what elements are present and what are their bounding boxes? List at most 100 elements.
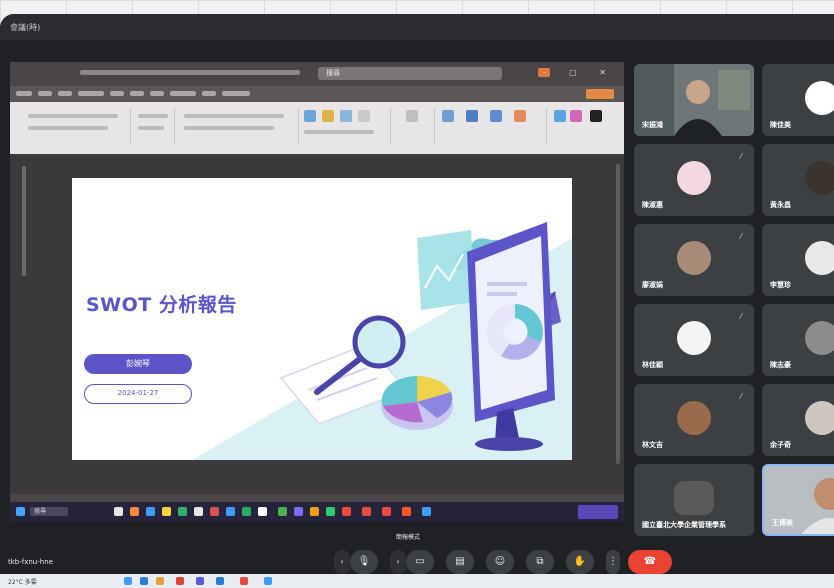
start-icon[interactable] — [16, 507, 25, 516]
ribbon-paragraph-group — [178, 108, 299, 144]
window-title: 會議(時) — [10, 23, 41, 32]
ppt-statusbar — [10, 494, 624, 502]
share-button[interactable] — [586, 89, 614, 99]
end-call-button[interactable]: ☎ — [628, 550, 672, 574]
raise-hand-icon[interactable]: ✋ — [566, 550, 594, 574]
menu-animations[interactable] — [130, 91, 144, 96]
menu-acrobat[interactable] — [222, 91, 250, 96]
folder-icon[interactable] — [156, 577, 164, 585]
participant-name: 陳佳美 — [770, 121, 791, 129]
meet-window: 會議(時) 搜尋 – ▢ ✕ SWOT 分析報告 彭婉琴 2024-01-27 … — [0, 14, 834, 574]
participant-name: 宋振鴻 — [642, 121, 663, 129]
app-icon[interactable] — [402, 507, 411, 516]
chrome-icon[interactable] — [176, 577, 184, 585]
mic-options-icon[interactable]: ‹ — [334, 550, 350, 574]
folder-icon[interactable] — [162, 507, 171, 516]
menu-insert[interactable] — [58, 91, 72, 96]
more-icon[interactable]: ⋮ — [606, 550, 620, 574]
participant-tile[interactable]: 李慧珍 — [762, 224, 834, 296]
participant-avatar — [805, 241, 834, 275]
taskbar-search[interactable]: 搜尋 — [30, 507, 68, 516]
app-icon[interactable] — [342, 507, 351, 516]
participant-tile[interactable]: ⁄ 廖淑娟 — [634, 224, 754, 296]
mic-off-icon: ⁄ — [736, 392, 746, 402]
app-icon[interactable] — [226, 507, 235, 516]
monitor — [467, 222, 555, 451]
participant-name: 李慧珍 — [770, 281, 791, 289]
app-icon[interactable] — [196, 577, 204, 585]
menu-review[interactable] — [170, 91, 196, 96]
mic-off-icon: ⁄ — [736, 312, 746, 322]
ribbon-edit-group — [394, 108, 435, 144]
participant-tile[interactable]: 陳志豪 — [762, 304, 834, 376]
ribbon-drawing-group — [300, 108, 391, 144]
app-icon[interactable] — [178, 507, 187, 516]
app-icon[interactable] — [326, 507, 335, 516]
app-icon[interactable] — [294, 507, 303, 516]
app-icon[interactable] — [130, 507, 139, 516]
ppt-menubar — [10, 86, 624, 102]
participant-tile[interactable]: ⁄ 林文吉 — [634, 384, 754, 456]
participant-tile[interactable]: 陳佳美 — [762, 64, 834, 136]
menu-design[interactable] — [78, 91, 104, 96]
app-icon[interactable] — [422, 507, 431, 516]
present-icon[interactable]: ⧉ — [526, 550, 554, 574]
document-title — [80, 70, 300, 75]
menu-slideshow[interactable] — [150, 91, 164, 96]
participant-tile[interactable]: 宋振鴻 — [634, 64, 754, 136]
participant-avatar — [677, 241, 711, 275]
participant-name: 廖淑娟 — [642, 281, 663, 289]
participant-avatar — [805, 161, 834, 195]
menu-home[interactable] — [38, 91, 52, 96]
app-icon[interactable] — [114, 507, 123, 516]
app-icon[interactable] — [258, 507, 267, 516]
slide-title: SWOT 分析報告 — [86, 294, 237, 316]
app-icon[interactable] — [124, 577, 132, 585]
app-icon[interactable] — [242, 507, 251, 516]
participant-tile[interactable]: ⁄ 陳淑惠 — [634, 144, 754, 216]
chrome-icon[interactable] — [310, 507, 319, 516]
app-icon[interactable] — [264, 577, 272, 585]
ppt-search-box[interactable]: 搜尋 — [318, 67, 502, 80]
captions-icon[interactable]: ▤ — [446, 550, 474, 574]
date-pill: 2024-01-27 — [84, 384, 192, 404]
thumbnail-scrollbar[interactable] — [22, 166, 26, 276]
menu-transitions[interactable] — [110, 91, 124, 96]
menu-file[interactable] — [16, 91, 32, 96]
app-icon[interactable] — [240, 577, 248, 585]
participant-avatar — [677, 161, 711, 195]
participant-name: 黃永昌 — [770, 201, 791, 209]
powerpoint-icon[interactable] — [362, 507, 371, 516]
participant-name: 林佳穎 — [642, 361, 663, 369]
participant-tile[interactable]: 余子奇 — [762, 384, 834, 456]
meeting-code: tkb-fxnu-hne — [8, 558, 53, 566]
meet-titlebar — [0, 14, 834, 40]
camera-options-icon[interactable]: ‹ — [390, 550, 406, 574]
app-icon[interactable] — [210, 507, 219, 516]
participant-name: 陳志豪 — [770, 361, 791, 369]
app-icon[interactable] — [140, 577, 148, 585]
ribbon-size-group — [134, 108, 175, 144]
shared-screen: 搜尋 – ▢ ✕ SWOT 分析報告 彭婉琴 2024-01-27 搜尋 — [10, 62, 624, 522]
menu-view[interactable] — [202, 91, 216, 96]
app-icon[interactable] — [382, 507, 391, 516]
app-icon[interactable] — [194, 507, 203, 516]
participant-avatar — [677, 401, 711, 435]
participant-name: 余子奇 — [770, 441, 791, 449]
camera-icon[interactable]: ▭ — [406, 550, 434, 574]
os-taskbar: 22°C 多雲 — [0, 574, 834, 588]
participant-tile[interactable]: ⁄ 林佳穎 — [634, 304, 754, 376]
app-icon[interactable] — [216, 577, 224, 585]
mic-icon[interactable]: 🎙 — [350, 550, 378, 574]
taskbar-clock[interactable] — [578, 505, 618, 519]
window-controls[interactable]: – ▢ ✕ — [543, 68, 616, 77]
meeting-controls: 簡報模式 tkb-fxnu-hne ‹ 🎙 ‹ ▭ ▤ ☺ ⧉ ✋ ⋮ ☎ — [0, 526, 834, 574]
chart-card — [417, 230, 475, 310]
participant-avatar — [674, 481, 714, 515]
participant-tile[interactable]: 黃永昌 — [762, 144, 834, 216]
app-icon[interactable] — [146, 507, 155, 516]
app-icon[interactable] — [278, 507, 287, 516]
slide-scrollbar[interactable] — [616, 164, 620, 464]
emoji-icon[interactable]: ☺ — [486, 550, 514, 574]
ppt-titlebar: 搜尋 – ▢ ✕ — [10, 62, 624, 86]
